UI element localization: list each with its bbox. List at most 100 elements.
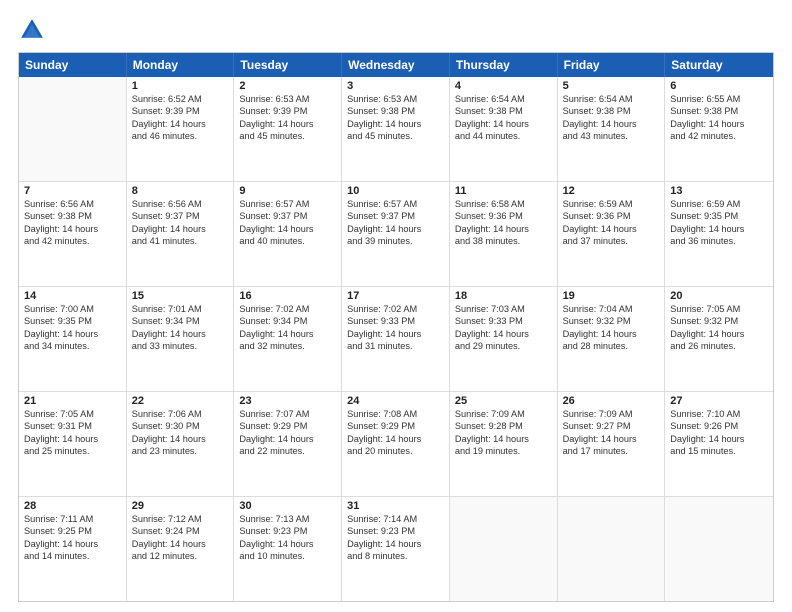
day-number: 15 [132,290,229,302]
calendar-cell-9: 9Sunrise: 6:57 AMSunset: 9:37 PMDaylight… [234,182,342,286]
sunrise-text: Sunrise: 7:01 AM [132,303,229,315]
day-number: 31 [347,500,444,512]
daylight-minutes: and 40 minutes. [239,235,336,247]
daylight-minutes: and 46 minutes. [132,130,229,142]
daylight-text: Daylight: 14 hours [239,223,336,235]
daylight-text: Daylight: 14 hours [563,433,660,445]
day-number: 23 [239,395,336,407]
calendar-cell-23: 23Sunrise: 7:07 AMSunset: 9:29 PMDayligh… [234,392,342,496]
daylight-minutes: and 28 minutes. [563,340,660,352]
sunset-text: Sunset: 9:23 PM [239,525,336,537]
calendar-cell-15: 15Sunrise: 7:01 AMSunset: 9:34 PMDayligh… [127,287,235,391]
sunset-text: Sunset: 9:35 PM [670,210,768,222]
day-number: 11 [455,185,552,197]
sunset-text: Sunset: 9:30 PM [132,420,229,432]
calendar-cell-20: 20Sunrise: 7:05 AMSunset: 9:32 PMDayligh… [665,287,773,391]
daylight-minutes: and 37 minutes. [563,235,660,247]
day-number: 22 [132,395,229,407]
daylight-text: Daylight: 14 hours [132,328,229,340]
sunrise-text: Sunrise: 6:52 AM [132,93,229,105]
header-day-friday: Friday [558,53,666,77]
sunrise-text: Sunrise: 7:02 AM [239,303,336,315]
sunrise-text: Sunrise: 7:12 AM [132,513,229,525]
daylight-text: Daylight: 14 hours [24,328,121,340]
sunrise-text: Sunrise: 6:59 AM [670,198,768,210]
daylight-minutes: and 29 minutes. [455,340,552,352]
sunset-text: Sunset: 9:38 PM [563,105,660,117]
sunset-text: Sunset: 9:38 PM [455,105,552,117]
sunset-text: Sunset: 9:37 PM [347,210,444,222]
sunset-text: Sunset: 9:38 PM [670,105,768,117]
day-number: 3 [347,80,444,92]
day-number: 21 [24,395,121,407]
day-number: 6 [670,80,768,92]
daylight-minutes: and 31 minutes. [347,340,444,352]
sunset-text: Sunset: 9:34 PM [132,315,229,327]
page: SundayMondayTuesdayWednesdayThursdayFrid… [0,0,792,612]
sunset-text: Sunset: 9:34 PM [239,315,336,327]
sunset-text: Sunset: 9:38 PM [347,105,444,117]
daylight-text: Daylight: 14 hours [347,328,444,340]
calendar-cell-14: 14Sunrise: 7:00 AMSunset: 9:35 PMDayligh… [19,287,127,391]
daylight-minutes: and 17 minutes. [563,445,660,457]
daylight-minutes: and 38 minutes. [455,235,552,247]
day-number: 17 [347,290,444,302]
daylight-text: Daylight: 14 hours [239,433,336,445]
day-number: 13 [670,185,768,197]
sunrise-text: Sunrise: 7:13 AM [239,513,336,525]
calendar-cell-5: 5Sunrise: 6:54 AMSunset: 9:38 PMDaylight… [558,77,666,181]
calendar-cell-17: 17Sunrise: 7:02 AMSunset: 9:33 PMDayligh… [342,287,450,391]
daylight-minutes: and 34 minutes. [24,340,121,352]
day-number: 7 [24,185,121,197]
daylight-minutes: and 22 minutes. [239,445,336,457]
daylight-text: Daylight: 14 hours [347,433,444,445]
sunrise-text: Sunrise: 6:56 AM [24,198,121,210]
calendar-cell-6: 6Sunrise: 6:55 AMSunset: 9:38 PMDaylight… [665,77,773,181]
daylight-text: Daylight: 14 hours [347,118,444,130]
calendar-row-5: 28Sunrise: 7:11 AMSunset: 9:25 PMDayligh… [19,497,773,601]
sunset-text: Sunset: 9:32 PM [670,315,768,327]
daylight-text: Daylight: 14 hours [670,223,768,235]
header-day-thursday: Thursday [450,53,558,77]
daylight-text: Daylight: 14 hours [563,223,660,235]
calendar-cell-30: 30Sunrise: 7:13 AMSunset: 9:23 PMDayligh… [234,497,342,601]
header-day-sunday: Sunday [19,53,127,77]
daylight-minutes: and 20 minutes. [347,445,444,457]
calendar-cell-27: 27Sunrise: 7:10 AMSunset: 9:26 PMDayligh… [665,392,773,496]
header [18,16,774,44]
daylight-minutes: and 43 minutes. [563,130,660,142]
day-number: 24 [347,395,444,407]
calendar-row-1: 1Sunrise: 6:52 AMSunset: 9:39 PMDaylight… [19,77,773,182]
sunset-text: Sunset: 9:33 PM [347,315,444,327]
sunrise-text: Sunrise: 6:59 AM [563,198,660,210]
sunset-text: Sunset: 9:29 PM [239,420,336,432]
daylight-text: Daylight: 14 hours [24,223,121,235]
day-number: 16 [239,290,336,302]
header-day-monday: Monday [127,53,235,77]
sunrise-text: Sunrise: 6:58 AM [455,198,552,210]
calendar-cell-31: 31Sunrise: 7:14 AMSunset: 9:23 PMDayligh… [342,497,450,601]
sunset-text: Sunset: 9:35 PM [24,315,121,327]
daylight-minutes: and 26 minutes. [670,340,768,352]
daylight-text: Daylight: 14 hours [563,118,660,130]
day-number: 5 [563,80,660,92]
calendar-row-3: 14Sunrise: 7:00 AMSunset: 9:35 PMDayligh… [19,287,773,392]
calendar-cell-16: 16Sunrise: 7:02 AMSunset: 9:34 PMDayligh… [234,287,342,391]
sunset-text: Sunset: 9:24 PM [132,525,229,537]
sunrise-text: Sunrise: 7:04 AM [563,303,660,315]
day-number: 29 [132,500,229,512]
day-number: 25 [455,395,552,407]
daylight-minutes: and 25 minutes. [24,445,121,457]
calendar-cell-21: 21Sunrise: 7:05 AMSunset: 9:31 PMDayligh… [19,392,127,496]
calendar-cell-13: 13Sunrise: 6:59 AMSunset: 9:35 PMDayligh… [665,182,773,286]
sunset-text: Sunset: 9:39 PM [132,105,229,117]
calendar-row-4: 21Sunrise: 7:05 AMSunset: 9:31 PMDayligh… [19,392,773,497]
daylight-minutes: and 14 minutes. [24,550,121,562]
daylight-text: Daylight: 14 hours [239,118,336,130]
sunrise-text: Sunrise: 6:53 AM [239,93,336,105]
sunset-text: Sunset: 9:25 PM [24,525,121,537]
daylight-text: Daylight: 14 hours [670,328,768,340]
calendar-cell-25: 25Sunrise: 7:09 AMSunset: 9:28 PMDayligh… [450,392,558,496]
sunrise-text: Sunrise: 6:54 AM [563,93,660,105]
daylight-text: Daylight: 14 hours [455,328,552,340]
